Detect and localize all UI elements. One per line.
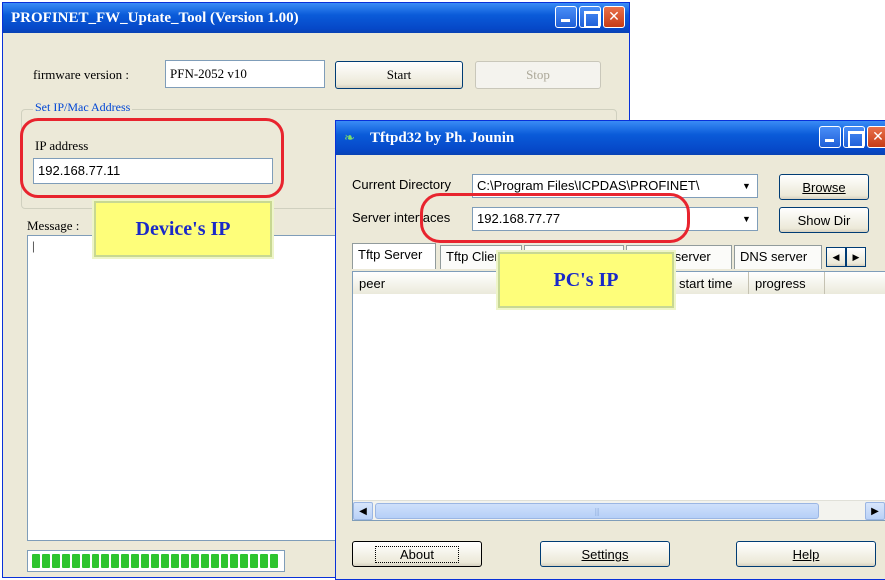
fw-tool-title: PROFINET_FW_Uptate_Tool (Version 1.00) — [11, 9, 299, 26]
browse-button[interactable]: Browse — [779, 174, 869, 200]
start-button[interactable]: Start — [335, 61, 463, 89]
current-directory-label: Current Directory — [352, 177, 451, 192]
firmware-version-field[interactable]: PFN-2052 v10 — [165, 60, 325, 88]
progress-bar — [27, 550, 285, 572]
minimize-icon — [556, 7, 576, 27]
progress-segment — [71, 554, 80, 568]
minimize-button[interactable] — [555, 6, 577, 28]
progress-segment — [151, 554, 159, 568]
device-ip-highlight-oval — [20, 118, 284, 198]
progress-segment — [111, 554, 120, 568]
tab-dns-server[interactable]: DNS server — [734, 245, 822, 269]
progress-segment — [190, 554, 199, 568]
settings-button[interactable]: Settings — [540, 541, 670, 567]
maximize-icon — [580, 7, 600, 28]
device-ip-callout: Device's IP — [94, 201, 272, 257]
column-start-time[interactable]: start time — [673, 272, 749, 294]
tab-scroll-left-button[interactable]: ◀ — [826, 247, 846, 267]
set-ip-mac-group-label: Set IP/Mac Address — [33, 100, 133, 115]
progress-segment — [41, 554, 50, 568]
tftpd-title: Tftpd32 by Ph. Jounin — [370, 129, 515, 146]
scroll-left-button[interactable]: ◀ — [353, 502, 373, 520]
progress-segment — [51, 554, 60, 568]
fw-tool-titlebar[interactable]: PROFINET_FW_Uptate_Tool (Version 1.00) ✕ — [3, 3, 629, 33]
scroll-right-button[interactable]: ▶ — [865, 502, 885, 520]
progress-segment — [160, 554, 169, 568]
close-button[interactable]: ✕ — [603, 6, 625, 28]
show-dir-button-label: Show Dir — [797, 212, 851, 228]
progress-segment — [250, 554, 259, 568]
progress-segment — [270, 554, 279, 568]
progress-segment — [61, 554, 70, 568]
progress-segment — [131, 554, 140, 568]
progress-segment — [141, 554, 150, 568]
pc-ip-callout: PC's IP — [498, 252, 674, 308]
firmware-label: firmware version : — [33, 67, 130, 82]
settings-button-label: Settings — [581, 546, 629, 562]
tab-tftp-server[interactable]: Tftp Server — [352, 243, 436, 269]
stop-button[interactable]: Stop — [475, 61, 601, 89]
progress-segment — [220, 554, 229, 568]
column-filler — [825, 272, 885, 294]
progress-segment — [230, 554, 239, 568]
pc-ip-highlight-oval — [420, 193, 690, 243]
close-icon: ✕ — [608, 9, 620, 25]
close-icon: ✕ — [872, 129, 884, 145]
transfers-list[interactable]: peer file start time progress ◀ ||| ▶ — [352, 271, 885, 521]
help-button[interactable]: Help — [736, 541, 876, 567]
tab-scroll-right-button[interactable]: ▶ — [846, 247, 866, 267]
message-textarea[interactable]: | — [27, 235, 347, 541]
tftpd-close-button[interactable]: ✕ — [867, 126, 885, 148]
maximize-button[interactable] — [579, 6, 601, 28]
about-button-label: About — [375, 545, 459, 563]
progress-segment — [170, 554, 179, 568]
scrollbar-thumb[interactable]: ||| — [375, 503, 819, 519]
tab-scroll-buttons: ◀ ▶ — [826, 247, 866, 267]
progress-segment — [81, 554, 90, 568]
tftpd-titlebar[interactable]: ❧ Tftpd32 by Ph. Jounin ✕ — [336, 121, 885, 155]
progress-segment — [260, 554, 269, 568]
progress-segment — [210, 554, 219, 568]
browse-button-label: Browse — [802, 179, 846, 195]
tftpd-maximize-button[interactable] — [843, 126, 865, 148]
help-button-label: Help — [792, 546, 820, 562]
message-label: Message : — [27, 218, 80, 233]
server-interfaces-dropdown-arrow[interactable]: ▼ — [738, 209, 755, 229]
progress-segment — [32, 554, 40, 568]
about-button[interactable]: About — [352, 541, 482, 567]
progress-segment — [240, 554, 249, 568]
current-directory-dropdown-arrow[interactable]: ▼ — [738, 176, 755, 196]
progress-segment — [200, 554, 209, 568]
progress-segment — [121, 554, 130, 568]
maximize-icon — [844, 127, 864, 148]
tftpd-app-icon: ❧ — [344, 131, 355, 146]
horizontal-scrollbar[interactable]: ◀ ||| ▶ — [353, 500, 885, 520]
tftpd-minimize-button[interactable] — [819, 126, 841, 148]
progress-segment — [101, 554, 110, 568]
progress-segment — [180, 554, 189, 568]
minimize-icon — [820, 127, 840, 147]
tftpd-window: ❧ Tftpd32 by Ph. Jounin ✕ Current Direct… — [335, 120, 885, 580]
show-dir-button[interactable]: Show Dir — [779, 207, 869, 233]
progress-segment — [91, 554, 100, 568]
progress-bar-fill — [32, 554, 280, 568]
column-progress[interactable]: progress — [749, 272, 825, 294]
